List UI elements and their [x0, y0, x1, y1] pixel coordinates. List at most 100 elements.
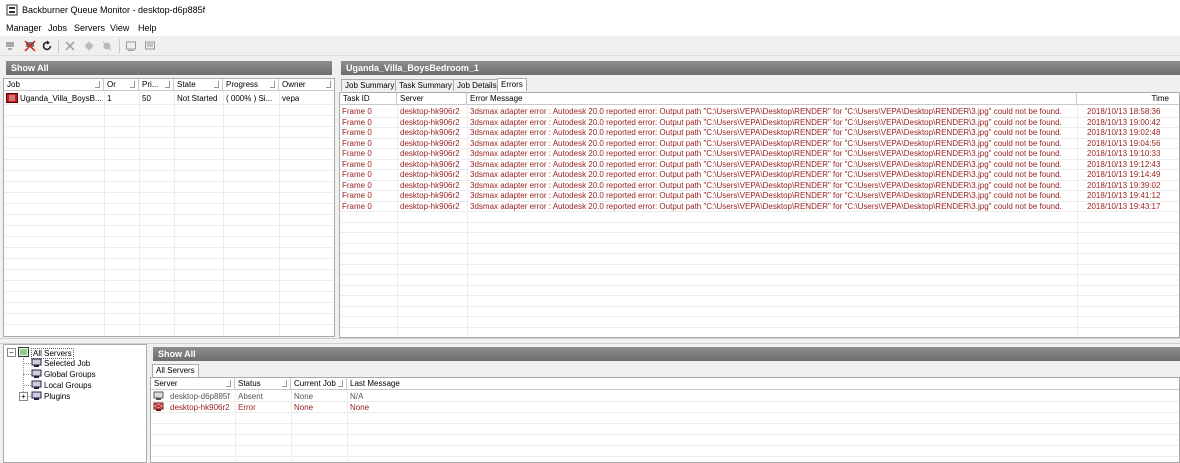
col-error-message[interactable]: Error Message	[467, 93, 1077, 105]
tab-all-servers[interactable]: All Servers	[152, 364, 199, 377]
tree-node-global-groups[interactable]: Global Groups	[44, 370, 96, 379]
col-task-id[interactable]: Task ID	[340, 93, 397, 105]
error-task-id: Frame 0	[342, 202, 372, 211]
error-task-id: Frame 0	[342, 149, 372, 158]
job-progress: ( 000% ) Si...	[226, 94, 273, 103]
servers-table: Server Status Current Job Last Message d…	[150, 377, 1180, 463]
error-time: 2018/10/13 19:04:56	[1087, 139, 1161, 148]
col-current-job[interactable]: Current Job	[291, 378, 347, 390]
col-time[interactable]: Time	[1077, 93, 1179, 105]
error-row[interactable]: Frame 0 desktop-hk906r2 3dsmax adapter err…	[340, 148, 1179, 158]
tree-node-selected-job[interactable]: Selected Job	[44, 359, 90, 368]
col-job[interactable]: Job	[4, 79, 104, 91]
col-order[interactable]: Or	[104, 79, 139, 91]
tab-errors[interactable]: Errors	[497, 78, 527, 91]
menu-jobs[interactable]: Jobs	[48, 23, 67, 33]
col-last-message[interactable]: Last Message	[347, 378, 1179, 390]
menu-help[interactable]: Help	[138, 23, 157, 33]
table-row[interactable]: Uganda_Villa_BoysB... 1 50 Not Started (…	[4, 92, 334, 104]
deactivate-icon[interactable]	[100, 39, 114, 53]
menu-bar: Manager Jobs Servers View Help	[0, 20, 1180, 36]
server-current-job: None	[294, 403, 314, 412]
server-icon	[31, 380, 42, 389]
job-detail-header: Uganda_Villa_BoysBedroom_1	[341, 61, 1180, 75]
server-current-job: None	[294, 392, 314, 401]
error-time: 2018/10/13 19:14:49	[1087, 170, 1161, 179]
col-server-name[interactable]: Server	[151, 378, 235, 390]
errors-table: Task ID Server Error Message Time Frame …	[339, 92, 1180, 338]
menu-view[interactable]: View	[110, 23, 129, 33]
server-error-icon	[153, 402, 164, 411]
error-server: desktop-hk906r2	[400, 118, 460, 127]
job-order: 1	[107, 94, 112, 103]
refresh-icon[interactable]	[40, 39, 54, 53]
error-server: desktop-hk906r2	[400, 139, 460, 148]
error-row[interactable]: Frame 0 desktop-hk906r2 3dsmax adapter err…	[340, 159, 1179, 169]
list-icon[interactable]	[143, 39, 157, 53]
error-message: 3dsmax adapter error : Autodesk 20.0 rep…	[470, 181, 1062, 190]
servers-panel-header: Show All	[153, 347, 1180, 361]
error-message: 3dsmax adapter error : Autodesk 20.0 rep…	[470, 202, 1062, 211]
disconnect-icon[interactable]	[23, 39, 37, 53]
job-state: Not Started	[177, 94, 218, 103]
col-priority[interactable]: Pri...	[139, 79, 174, 91]
col-owner[interactable]: Owner	[279, 79, 334, 91]
error-task-id: Frame 0	[342, 160, 372, 169]
col-server[interactable]: Server	[397, 93, 467, 105]
title-bar: Backburner Queue Monitor - desktop-d6p88…	[0, 0, 1180, 20]
error-row[interactable]: Frame 0 desktop-hk906r2 3dsmax adapter err…	[340, 180, 1179, 190]
collapse-all-servers-icon[interactable]: −	[7, 348, 16, 357]
server-last-message: N/A	[350, 392, 364, 401]
servers-group-icon	[18, 347, 29, 357]
error-time: 2018/10/13 18:58:36	[1087, 107, 1161, 116]
error-row[interactable]: Frame 0 desktop-hk906r2 3dsmax adapter err…	[340, 127, 1179, 137]
server-last-message: None	[350, 403, 370, 412]
error-row[interactable]: Frame 0 desktop-hk906r2 3dsmax adapter err…	[340, 201, 1179, 211]
view-icon[interactable]	[124, 39, 138, 53]
tree-node-plugins[interactable]: Plugins	[44, 392, 70, 401]
error-server: desktop-hk906r2	[400, 202, 460, 211]
error-row[interactable]: Frame 0 desktop-hk906r2 3dsmax adapter err…	[340, 169, 1179, 179]
horizontal-splitter[interactable]	[0, 338, 1180, 344]
error-message: 3dsmax adapter error : Autodesk 20.0 rep…	[470, 139, 1062, 148]
table-row[interactable]: desktop-hk906r2 Error None None	[151, 402, 1179, 413]
error-row[interactable]: Frame 0 desktop-hk906r2 3dsmax adapter err…	[340, 138, 1179, 148]
error-task-id: Frame 0	[342, 118, 372, 127]
menu-manager[interactable]: Manager	[6, 23, 42, 33]
activate-icon[interactable]	[82, 39, 96, 53]
tab-task-summary[interactable]: Task Summary	[395, 79, 456, 91]
server-status: Error	[238, 403, 256, 412]
job-priority: 50	[142, 94, 151, 103]
error-time: 2018/10/13 19:02:48	[1087, 128, 1161, 137]
error-task-id: Frame 0	[342, 139, 372, 148]
error-task-id: Frame 0	[342, 170, 372, 179]
error-row[interactable]: Frame 0 desktop-hk906r2 3dsmax adapter err…	[340, 106, 1179, 116]
job-name: Uganda_Villa_BoysB...	[20, 94, 102, 103]
error-server: desktop-hk906r2	[400, 149, 460, 158]
col-state[interactable]: State	[174, 79, 223, 91]
server-status: Absent	[238, 392, 263, 401]
connect-icon[interactable]	[3, 39, 17, 53]
error-row[interactable]: Frame 0 desktop-hk906r2 3dsmax adapter err…	[340, 190, 1179, 200]
error-task-id: Frame 0	[342, 107, 372, 116]
error-task-id: Frame 0	[342, 128, 372, 137]
error-time: 2018/10/13 19:10:33	[1087, 149, 1161, 158]
error-time: 2018/10/13 19:39:02	[1087, 181, 1161, 190]
error-task-id: Frame 0	[342, 181, 372, 190]
error-server: desktop-hk906r2	[400, 191, 460, 200]
tree-node-local-groups[interactable]: Local Groups	[44, 381, 92, 390]
menu-servers[interactable]: Servers	[74, 23, 105, 33]
backburner-app-icon	[6, 4, 18, 16]
error-time: 2018/10/13 19:12:43	[1087, 160, 1161, 169]
table-row[interactable]: desktop-d6p885f Absent None N/A	[151, 391, 1179, 402]
error-row[interactable]: Frame 0 desktop-hk906r2 3dsmax adapter err…	[340, 117, 1179, 127]
expand-plugins-icon[interactable]: +	[19, 392, 28, 401]
server-name: desktop-d6p885f	[170, 392, 230, 401]
job-owner: vepa	[282, 94, 300, 103]
col-status[interactable]: Status	[235, 378, 291, 390]
tab-job-summary[interactable]: Job Summary	[341, 79, 399, 91]
delete-icon[interactable]	[63, 39, 77, 53]
col-progress[interactable]: Progress	[223, 79, 279, 91]
tab-job-details[interactable]: Job Details	[453, 79, 501, 91]
toolbar	[0, 36, 1180, 56]
